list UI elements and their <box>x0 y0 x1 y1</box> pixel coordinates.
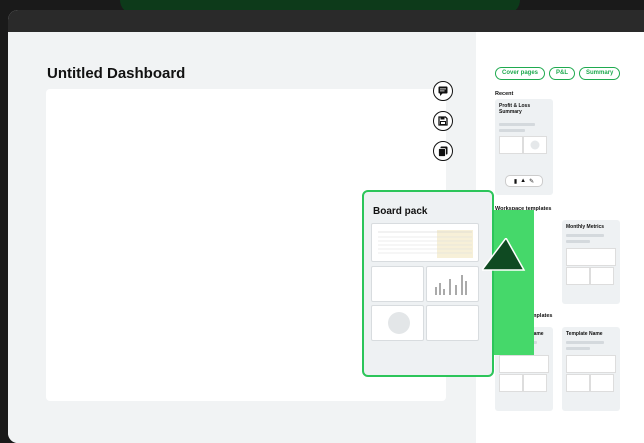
card-line <box>566 347 590 350</box>
filter-chips: Cover pages P&L Summary <box>495 67 621 80</box>
list-thumb <box>426 305 479 341</box>
pie-thumb <box>371 305 424 341</box>
card-line <box>566 240 590 243</box>
card-line <box>566 234 604 237</box>
card-thumb <box>523 374 547 392</box>
card-line <box>566 341 604 344</box>
card-thumb <box>566 248 616 266</box>
card-actions: ▮ ▲ ✎ <box>505 175 543 187</box>
list-thumb <box>371 266 424 302</box>
card-line <box>499 123 535 126</box>
card-thumb <box>499 136 523 154</box>
chip-pl[interactable]: P&L <box>549 67 576 80</box>
save-button[interactable] <box>433 111 453 131</box>
pie-icon <box>530 140 540 150</box>
card-thumb <box>590 267 614 285</box>
bar-thumb <box>426 266 479 302</box>
pie-preview <box>388 312 410 334</box>
table-thumb <box>371 223 479 262</box>
card-thumb <box>566 374 590 392</box>
card-title: Profit & Loss Summary <box>499 103 531 115</box>
board-pack-title: Board pack <box>373 206 428 217</box>
copy-icon <box>438 146 448 157</box>
chip-cover-pages[interactable]: Cover pages <box>495 67 546 80</box>
trash-icon[interactable]: ▮ <box>514 178 517 185</box>
card-title: Monthly Metrics <box>566 224 605 230</box>
card-thumb <box>566 267 590 285</box>
card-thumb <box>499 355 549 373</box>
card-title: Template Name <box>566 331 603 337</box>
card-thumb <box>499 374 523 392</box>
card-line <box>499 129 525 132</box>
edit-icon[interactable]: ✎ <box>529 178 534 185</box>
card-thumb <box>566 355 616 373</box>
table-preview <box>378 230 473 258</box>
card-thumb <box>523 136 547 154</box>
recent-label: Recent <box>495 91 514 97</box>
trash-icon[interactable]: ▲ <box>520 178 526 184</box>
board-pack-drag-card[interactable]: Board pack <box>362 190 494 377</box>
bar-preview <box>435 275 467 295</box>
drag-cursor-icon <box>482 238 526 271</box>
title-bar <box>8 10 644 32</box>
comment-icon <box>438 86 448 96</box>
comment-button[interactable] <box>433 81 453 101</box>
community-card[interactable]: Template Name <box>562 327 620 411</box>
copy-button[interactable] <box>433 141 453 161</box>
chip-summary[interactable]: Summary <box>579 67 621 80</box>
save-icon <box>438 116 448 126</box>
workspace-card[interactable]: Monthly Metrics <box>562 220 620 304</box>
page-title[interactable]: Untitled Dashboard <box>47 65 185 82</box>
recent-card[interactable]: Profit & Loss Summary ▮ ▲ ✎ <box>495 99 553 195</box>
app-window: Untitled Dashboard Cover pages P&L Summa… <box>8 10 644 443</box>
card-thumb <box>590 374 614 392</box>
